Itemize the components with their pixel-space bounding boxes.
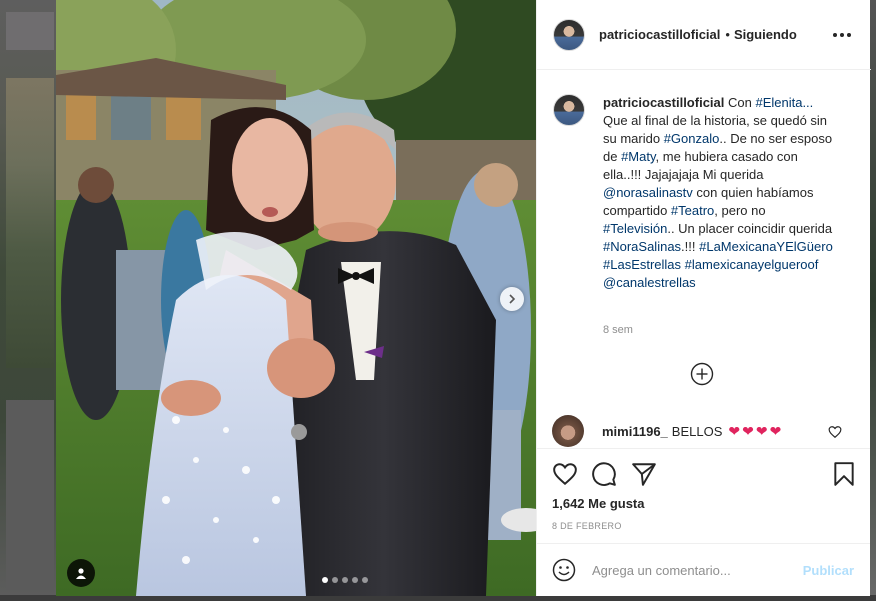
bookmark-icon[interactable]	[831, 461, 857, 487]
comment-input[interactable]	[592, 562, 782, 578]
caption-username[interactable]: patriciocastilloficial	[603, 95, 724, 110]
caption-link[interactable]: #LasEstrellas	[603, 257, 681, 272]
comment-text: mimi1196_ BELLOS ❤ ❤ ❤ ❤	[602, 423, 781, 440]
comment-bubble-icon[interactable]	[591, 461, 617, 487]
separator-dot: •	[725, 27, 730, 42]
red-heart-emoji-icon: ❤	[728, 422, 741, 439]
like-count[interactable]: 1,642 Me gusta	[552, 496, 645, 511]
heart-outline-icon[interactable]	[828, 425, 842, 439]
post-photo[interactable]	[56, 0, 536, 596]
caption-link[interactable]: #NoraSalinas	[603, 239, 681, 254]
heart-emojis: ❤ ❤ ❤ ❤	[726, 423, 781, 440]
header-username[interactable]: patriciocastilloficial	[599, 27, 720, 42]
feed-thumbnail	[6, 400, 54, 590]
paper-plane-icon[interactable]	[631, 461, 657, 487]
red-heart-emoji-icon: ❤	[742, 422, 754, 439]
heart-icon[interactable]	[552, 461, 578, 487]
carousel-next-button[interactable]	[500, 287, 524, 311]
user-tag-icon	[76, 568, 86, 579]
caption-body: Con #Elenita... Que al final de la histo…	[603, 95, 833, 290]
comment-item: mimi1196_ BELLOS ❤ ❤ ❤ ❤	[552, 415, 852, 447]
feed-thumbnail	[6, 12, 54, 50]
carousel-dot	[352, 577, 358, 583]
feed-thumbnail	[6, 78, 54, 368]
caption-segment: .!!!	[681, 239, 700, 254]
post-photo-image	[56, 0, 536, 596]
red-heart-emoji-icon: ❤	[755, 422, 768, 439]
caption-link[interactable]: #Teatro	[671, 203, 714, 218]
comment-body: BELLOS	[671, 423, 723, 439]
post-actions: 1,642 Me gusta 8 DE FEBRERO	[536, 448, 870, 543]
caption-link[interactable]: @canalestrellas	[603, 275, 696, 290]
caption-link[interactable]: #Maty	[621, 149, 655, 164]
smiley-icon[interactable]	[552, 558, 576, 582]
caption-segment: .. Un placer coincidir querida	[667, 221, 833, 236]
avatar[interactable]	[553, 94, 585, 126]
carousel-dot	[332, 577, 338, 583]
chevron-right-icon	[509, 294, 516, 304]
add-comment-form: Publicar	[536, 543, 870, 596]
post-date[interactable]: 8 DE FEBRERO	[552, 521, 622, 531]
more-options-icon	[840, 32, 844, 37]
carousel-dots	[322, 577, 368, 583]
red-heart-emoji-icon: ❤	[769, 422, 782, 439]
follow-status-button[interactable]: Siguiendo	[734, 27, 797, 42]
post-caption: patriciocastilloficial Con #Elenita... Q…	[553, 94, 858, 292]
caption-timestamp[interactable]: 8 sem	[603, 324, 633, 336]
avatar[interactable]	[552, 415, 584, 447]
carousel-dot	[322, 577, 328, 583]
caption-link[interactable]: #LaMexicanaYElGüero	[699, 239, 833, 254]
plus-circle-icon[interactable]	[690, 362, 714, 386]
carousel-dot	[362, 577, 368, 583]
comment-username[interactable]: mimi1196_	[602, 424, 668, 439]
tagged-users-button[interactable]	[67, 559, 95, 587]
carousel-dot	[342, 577, 348, 583]
caption-link[interactable]: #Gonzalo	[664, 131, 720, 146]
feed-background-left	[0, 0, 56, 601]
caption-segment: Con	[728, 95, 756, 110]
publish-button[interactable]: Publicar	[803, 563, 854, 578]
feed-background-right	[870, 0, 876, 601]
more-options-icon	[833, 32, 837, 37]
caption-link[interactable]: #lamexicanayelgueroof	[685, 257, 819, 272]
avatar[interactable]	[553, 18, 585, 51]
caption-link[interactable]: @norasalinastv	[603, 185, 693, 200]
post-header: patriciocastilloficial • Siguiendo	[537, 0, 871, 70]
more-options-icon	[847, 32, 851, 37]
more-options-button[interactable]	[829, 29, 855, 41]
caption-text: patriciocastilloficial Con #Elenita... Q…	[603, 94, 837, 292]
caption-link[interactable]: #Televisión	[603, 221, 667, 236]
caption-segment: , pero no	[714, 203, 766, 218]
caption-link[interactable]: #Elenita...	[755, 95, 813, 110]
